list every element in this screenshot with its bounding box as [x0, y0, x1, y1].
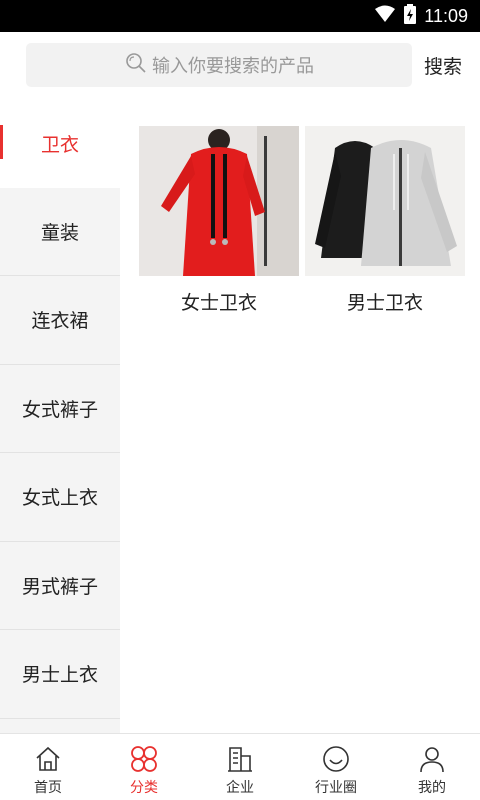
- sidebar-item-men-tops[interactable]: 男士上衣: [0, 630, 120, 719]
- tab-label: 行业圈: [315, 780, 357, 796]
- home-icon: [33, 744, 63, 774]
- product-grid: 女士卫衣 男士卫衣: [120, 99, 480, 733]
- sidebar-item-women-tops[interactable]: 女式上衣: [0, 453, 120, 542]
- category-sidebar: 卫衣 童装 连衣裙 女式裤子 女式上衣 男式裤子 男士上衣: [0, 99, 120, 733]
- product-card[interactable]: 女士卫衣: [139, 126, 299, 315]
- search-row: 输入你要搜索的产品 搜索: [0, 32, 480, 99]
- status-time: 11:09: [424, 5, 468, 26]
- smile-icon: [321, 744, 351, 774]
- product-card[interactable]: 男士卫衣: [305, 126, 465, 315]
- sidebar-item-women-pants[interactable]: 女式裤子: [0, 365, 120, 453]
- sidebar-item-dress[interactable]: 连衣裙: [0, 276, 120, 365]
- search-icon: [124, 51, 148, 79]
- tab-label: 我的: [418, 780, 446, 796]
- tab-label: 企业: [226, 780, 254, 796]
- search-input[interactable]: 输入你要搜索的产品: [26, 43, 412, 87]
- product-image-hoodies[interactable]: [305, 126, 465, 276]
- product-name[interactable]: 男士卫衣: [305, 288, 465, 315]
- battery-charging-icon: [404, 4, 417, 28]
- sidebar-item-kids-wear[interactable]: 童装: [0, 188, 120, 276]
- tab-home[interactable]: 首页: [0, 734, 96, 800]
- tab-category[interactable]: 分类: [96, 734, 192, 800]
- tab-industry-circle[interactable]: 行业圈: [288, 734, 384, 800]
- tab-mine[interactable]: 我的: [384, 734, 480, 800]
- tab-label: 分类: [130, 780, 158, 796]
- wifi-icon: [374, 5, 396, 27]
- category-icon: [129, 744, 159, 774]
- product-name[interactable]: 女士卫衣: [139, 288, 299, 315]
- tab-enterprise[interactable]: 企业: [192, 734, 288, 800]
- sidebar-item-hoodie[interactable]: 卫衣: [0, 99, 120, 188]
- user-icon: [417, 744, 447, 774]
- status-bar: 11:09: [0, 0, 480, 32]
- search-button[interactable]: 搜索: [424, 52, 462, 79]
- building-icon: [225, 744, 255, 774]
- bottom-tab-bar: 首页 分类 企业 行业圈 我的: [0, 733, 480, 800]
- tab-label: 首页: [34, 780, 62, 796]
- search-placeholder: 输入你要搜索的产品: [152, 56, 314, 77]
- sidebar-item-men-pants[interactable]: 男式裤子: [0, 542, 120, 630]
- product-image-red-hoodie-dress[interactable]: [139, 126, 299, 276]
- status-icons: 11:09: [374, 4, 468, 28]
